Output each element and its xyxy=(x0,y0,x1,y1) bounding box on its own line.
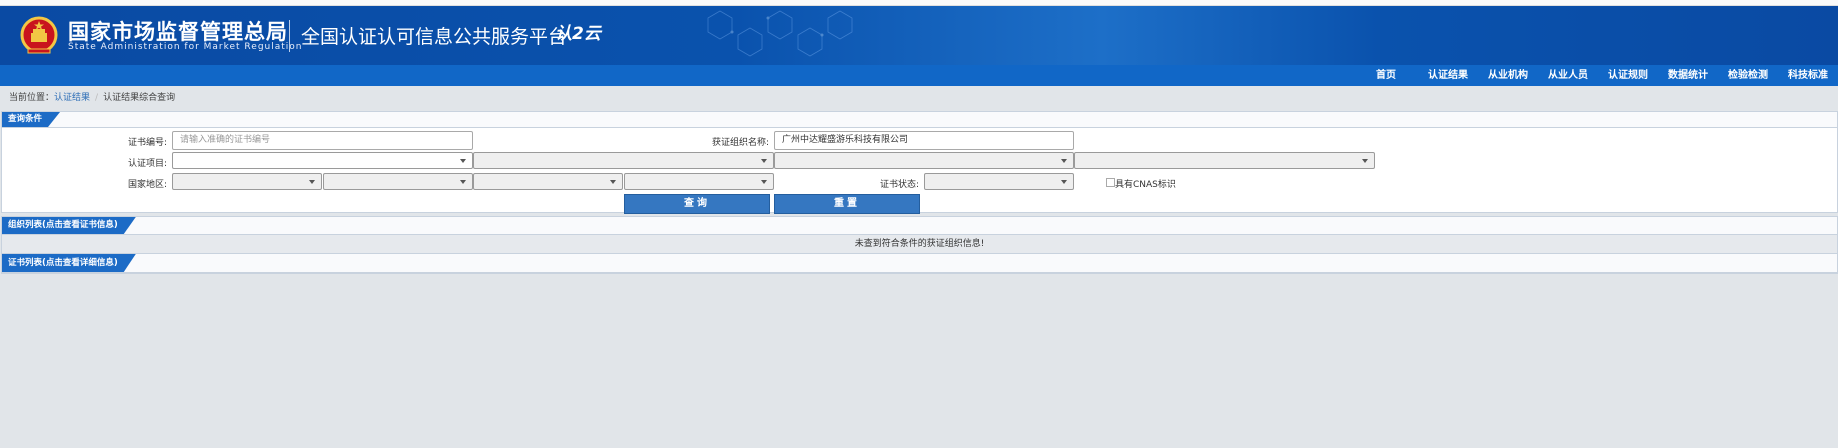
chevron-down-icon xyxy=(1061,159,1067,163)
chevron-down-icon xyxy=(761,159,767,163)
cert-status-label: 证书状态: xyxy=(880,180,920,190)
platform-title: 全国认证认可信息公共服务平台 xyxy=(301,26,568,48)
chevron-down-icon xyxy=(1061,180,1067,184)
query-panel-title: 查询条件 xyxy=(2,112,60,127)
region-label: 国家地区: xyxy=(128,180,168,190)
cert-list-header: 证书列表(点击查看详细信息) xyxy=(2,254,1837,273)
cert-no-label: 证书编号: xyxy=(128,138,168,148)
org-name-input[interactable]: 广州中达耀盛游乐科技有限公司 xyxy=(774,131,1074,150)
project-select-4[interactable] xyxy=(1074,152,1375,169)
breadcrumb-current: 认证结果综合查询 xyxy=(103,93,176,103)
org-list-panel: 组织列表(点击查看证书信息) 未查到符合条件的获证组织信息! 证书列表(点击查看… xyxy=(1,216,1838,274)
renyun-logo: 认2云 xyxy=(555,24,601,44)
chevron-down-icon xyxy=(1362,159,1368,163)
site-header: 国家市场监督管理总局 State Administration for Mark… xyxy=(0,6,1838,65)
project-select-2[interactable] xyxy=(473,152,774,169)
region-select-3[interactable] xyxy=(473,173,623,190)
nav-personnel[interactable]: 从业人员 xyxy=(1538,65,1598,86)
nav-statistics[interactable]: 数据统计 xyxy=(1658,65,1718,86)
breadcrumb-prefix: 当前位置： xyxy=(9,93,55,103)
search-button[interactable]: 查询 xyxy=(624,194,770,214)
chevron-down-icon xyxy=(460,180,466,184)
query-panel-header: 查询条件 xyxy=(2,112,1837,128)
breadcrumb: 当前位置：认证结果 / 认证结果综合查询 xyxy=(0,86,1838,111)
main-nav-bar: 首页 认证结果 从业机构 从业人员 认证规则 数据统计 检验检测 科技标准 xyxy=(0,65,1838,86)
nav-cert-rules[interactable]: 认证规则 xyxy=(1598,65,1658,86)
cert-status-select[interactable] xyxy=(924,173,1074,190)
header-divider xyxy=(289,20,290,52)
query-form: 证书编号: 请输入准确的证书编号 获证组织名称: 广州中达耀盛游乐科技有限公司 … xyxy=(2,128,1837,214)
nav-menu: 首页 认证结果 从业机构 从业人员 认证规则 数据统计 检验检测 科技标准 xyxy=(1366,65,1838,86)
nav-cert-results[interactable]: 认证结果 xyxy=(1418,65,1478,86)
breadcrumb-cert-results[interactable]: 认证结果 xyxy=(54,93,90,103)
chevron-down-icon xyxy=(610,180,616,184)
nav-institutions[interactable]: 从业机构 xyxy=(1478,65,1538,86)
cert-list-title: 证书列表(点击查看详细信息) xyxy=(2,254,136,272)
hexagon-pattern-decoration xyxy=(707,10,853,57)
project-select-1[interactable] xyxy=(172,152,473,169)
org-list-empty-message: 未查到符合条件的获证组织信息! xyxy=(2,235,1837,254)
cnas-checkbox[interactable] xyxy=(1106,178,1115,187)
region-select-4[interactable] xyxy=(624,173,774,190)
national-emblem-icon xyxy=(20,16,58,54)
nav-tech-standards[interactable]: 科技标准 xyxy=(1778,65,1838,86)
project-label: 认证项目: xyxy=(128,159,168,169)
reset-button[interactable]: 重置 xyxy=(774,194,920,214)
region-select-1[interactable] xyxy=(172,173,322,190)
chevron-down-icon xyxy=(309,180,315,184)
org-list-title: 组织列表(点击查看证书信息) xyxy=(2,217,136,234)
chevron-down-icon xyxy=(761,180,767,184)
query-panel: 查询条件 证书编号: 请输入准确的证书编号 获证组织名称: 广州中达耀盛游乐科技… xyxy=(1,111,1838,214)
region-select-2[interactable] xyxy=(323,173,473,190)
nav-home[interactable]: 首页 xyxy=(1366,65,1418,86)
cert-no-input[interactable]: 请输入准确的证书编号 xyxy=(172,131,473,150)
top-links-faint: · · · · · · · · · xyxy=(1778,0,1828,4)
project-select-3[interactable] xyxy=(774,152,1074,169)
nav-inspection[interactable]: 检验检测 xyxy=(1718,65,1778,86)
chevron-down-icon xyxy=(460,159,466,163)
cnas-label: 具有CNAS标识 xyxy=(1115,180,1176,190)
org-name-english: State Administration for Market Regulati… xyxy=(68,42,303,52)
breadcrumb-separator: / xyxy=(95,93,99,103)
org-list-header: 组织列表(点击查看证书信息) xyxy=(2,217,1837,235)
org-name-label: 获证组织名称: xyxy=(712,138,770,148)
